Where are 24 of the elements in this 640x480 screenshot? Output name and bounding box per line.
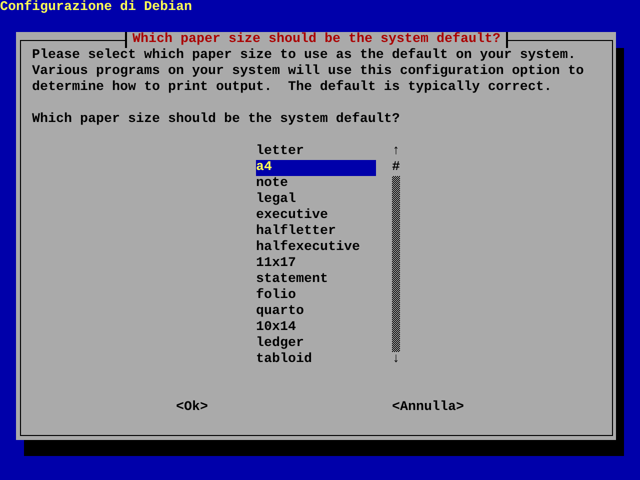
paper-size-option[interactable]: statement (256, 272, 376, 288)
dialog-title: Which paper size should be the system default? (124, 32, 508, 48)
paper-size-option[interactable]: quarto (256, 304, 376, 320)
paper-size-option[interactable]: ledger (256, 336, 376, 352)
scroll-up-arrow[interactable]: ↑ (392, 144, 400, 160)
cancel-button[interactable]: <Annulla> (392, 400, 464, 416)
paper-size-option[interactable]: legal (256, 192, 376, 208)
paper-size-option[interactable]: halfletter (256, 224, 376, 240)
paper-size-option[interactable]: 10x14 (256, 320, 376, 336)
paper-size-option[interactable]: 11x17 (256, 256, 376, 272)
scroll-down-arrow[interactable]: ↓ (392, 352, 400, 368)
paper-size-option[interactable]: letter (256, 144, 376, 160)
paper-size-option[interactable]: a4 (256, 160, 376, 176)
paper-size-option[interactable]: note (256, 176, 376, 192)
paper-size-option[interactable]: tabloid (256, 352, 376, 368)
paper-size-option[interactable]: executive (256, 208, 376, 224)
paper-size-option[interactable]: folio (256, 288, 376, 304)
scroll-track[interactable] (392, 176, 400, 352)
description-text: Please select which paper size to use as the default on your system. Various programs on your system will use this configuration option to determine how to print output. The default is typically correct. (32, 48, 585, 96)
ok-button[interactable]: <Ok> (176, 400, 208, 416)
question-text: Which paper size should be the system default? (32, 112, 401, 128)
paper-size-option[interactable]: halfexecutive (256, 240, 376, 256)
scroll-thumb[interactable]: # (392, 160, 400, 176)
screen-title: Configurazione di Debian (0, 0, 193, 16)
